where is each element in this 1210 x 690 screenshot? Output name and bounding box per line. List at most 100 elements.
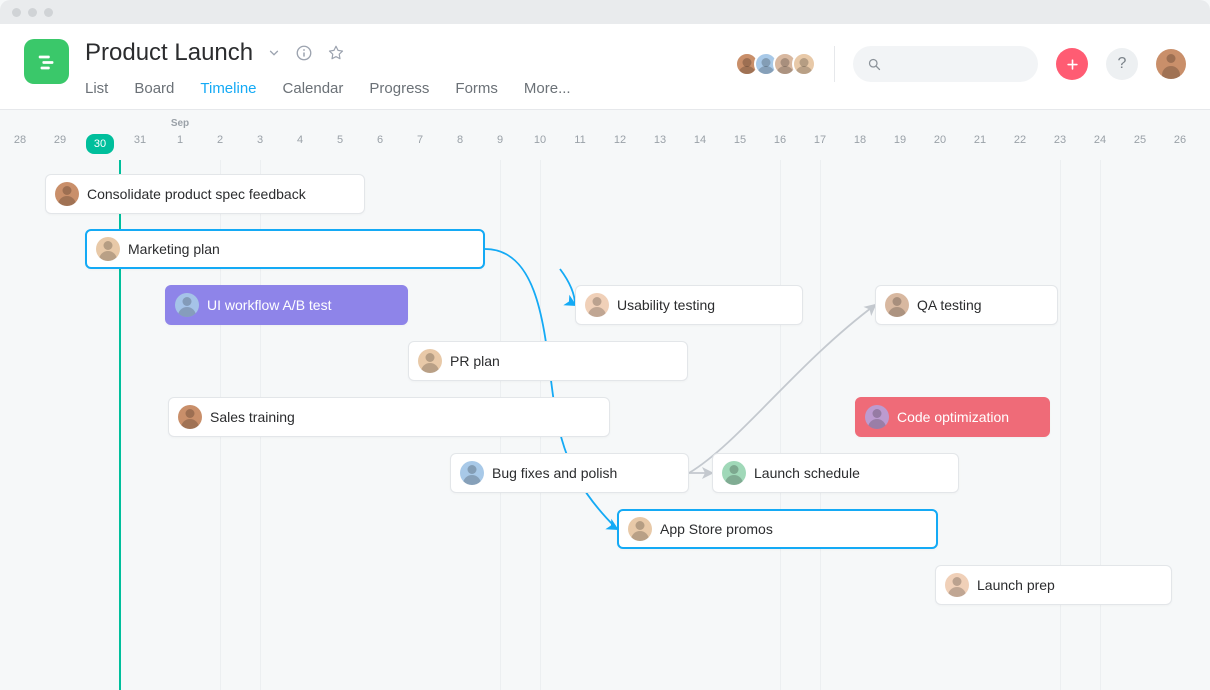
task-label: UI workflow A/B test: [207, 297, 331, 313]
tab-timeline[interactable]: Timeline: [200, 80, 256, 113]
timeline-glyph-icon: [36, 51, 58, 73]
task-label: QA testing: [917, 297, 982, 313]
assignee-avatar[interactable]: [722, 461, 746, 485]
title-block: Product Launch List Board Timeline Calendar…: [85, 36, 571, 113]
assignee-avatar[interactable]: [418, 349, 442, 373]
timeline-canvas[interactable]: Consolidate product spec feedback Marketi…: [0, 160, 1210, 690]
day-column: 23: [1040, 110, 1080, 160]
tab-more[interactable]: More...: [524, 80, 571, 113]
day-column: 29: [40, 110, 80, 160]
divider: [834, 46, 835, 82]
task-label: Bug fixes and polish: [492, 465, 617, 481]
day-column: 16: [760, 110, 800, 160]
day-column: 7: [400, 110, 440, 160]
day-column: 6: [360, 110, 400, 160]
weekend-gridline: [780, 160, 781, 690]
assignee-avatar[interactable]: [175, 293, 199, 317]
tab-progress[interactable]: Progress: [369, 80, 429, 113]
task-card[interactable]: Usability testing: [575, 285, 803, 325]
project-icon[interactable]: [24, 39, 69, 84]
help-button[interactable]: ?: [1106, 48, 1138, 80]
header-right: ?: [740, 46, 1186, 82]
task-card[interactable]: Sales training: [168, 397, 610, 437]
tab-calendar[interactable]: Calendar: [283, 80, 344, 113]
project-info-button[interactable]: [295, 44, 313, 62]
task-card[interactable]: Launch schedule: [712, 453, 959, 493]
title-row: Product Launch: [85, 36, 571, 70]
assignee-avatar[interactable]: [945, 573, 969, 597]
window-min-dot[interactable]: [28, 8, 37, 17]
header-left: Product Launch List Board Timeline Calendar…: [24, 36, 571, 113]
day-column: 9: [480, 110, 520, 160]
day-column: 31: [120, 110, 160, 160]
task-label: Launch schedule: [754, 465, 860, 481]
day-column: 21: [960, 110, 1000, 160]
assignee-avatar[interactable]: [96, 237, 120, 261]
search-icon: [867, 57, 882, 72]
task-label: App Store promos: [660, 521, 773, 537]
month-label: Sep: [160, 118, 200, 129]
tab-forms[interactable]: Forms: [455, 80, 498, 113]
assignee-avatar[interactable]: [460, 461, 484, 485]
task-card[interactable]: UI workflow A/B test: [165, 285, 408, 325]
assignee-avatar[interactable]: [178, 405, 202, 429]
day-column: 11: [560, 110, 600, 160]
view-tabs: List Board Timeline Calendar Progress Forms Mo…: [85, 80, 571, 113]
day-column: 14: [680, 110, 720, 160]
day-column: 19: [880, 110, 920, 160]
task-card[interactable]: Launch prep: [935, 565, 1172, 605]
project-dropdown-button[interactable]: [267, 46, 281, 60]
task-label: Sales training: [210, 409, 295, 425]
date-ruler: 28293031Sep12345678910111213141516171819…: [0, 110, 1210, 160]
tab-list[interactable]: List: [85, 80, 108, 113]
window-close-dot[interactable]: [12, 8, 21, 17]
day-column: 17: [800, 110, 840, 160]
task-card[interactable]: Consolidate product spec feedback: [45, 174, 365, 214]
assignee-avatar[interactable]: [885, 293, 909, 317]
task-label: Launch prep: [977, 577, 1055, 593]
task-label: Usability testing: [617, 297, 715, 313]
task-label: Marketing plan: [128, 241, 220, 257]
task-label: PR plan: [450, 353, 500, 369]
assignee-avatar[interactable]: [55, 182, 79, 206]
day-column: 5: [320, 110, 360, 160]
task-card[interactable]: Bug fixes and polish: [450, 453, 689, 493]
day-column: 26: [1160, 110, 1200, 160]
info-icon: [295, 44, 313, 62]
member-avatar[interactable]: [792, 52, 816, 76]
search-input[interactable]: [853, 46, 1038, 82]
weekend-gridline: [1100, 160, 1101, 690]
day-column: 12: [600, 110, 640, 160]
plus-icon: [1065, 57, 1080, 72]
chevron-down-icon: [267, 46, 281, 60]
task-card[interactable]: QA testing: [875, 285, 1058, 325]
day-column: Sep1: [160, 110, 200, 160]
window-max-dot[interactable]: [44, 8, 53, 17]
task-card[interactable]: App Store promos: [617, 509, 938, 549]
project-title: Product Launch: [85, 39, 253, 67]
tab-board[interactable]: Board: [134, 80, 174, 113]
task-card[interactable]: Code optimization: [855, 397, 1050, 437]
assignee-avatar[interactable]: [628, 517, 652, 541]
day-column: 3: [240, 110, 280, 160]
task-card[interactable]: PR plan: [408, 341, 688, 381]
window-chrome: [0, 0, 1210, 24]
app-header: Product Launch List Board Timeline Calendar…: [0, 24, 1210, 110]
day-column: 15: [720, 110, 760, 160]
day-column: 2: [200, 110, 240, 160]
day-column: 25: [1120, 110, 1160, 160]
task-card[interactable]: Marketing plan: [85, 229, 485, 269]
day-column: 4: [280, 110, 320, 160]
assignee-avatar[interactable]: [585, 293, 609, 317]
day-column: 22: [1000, 110, 1040, 160]
day-column: 30: [80, 110, 120, 160]
day-column: 10: [520, 110, 560, 160]
day-column: 18: [840, 110, 880, 160]
user-avatar[interactable]: [1156, 49, 1186, 79]
add-button[interactable]: [1056, 48, 1088, 80]
task-label: Code optimization: [897, 409, 1009, 425]
project-star-button[interactable]: [327, 44, 345, 62]
assignee-avatar[interactable]: [865, 405, 889, 429]
member-stack[interactable]: [740, 52, 816, 76]
day-column: 28: [0, 110, 40, 160]
